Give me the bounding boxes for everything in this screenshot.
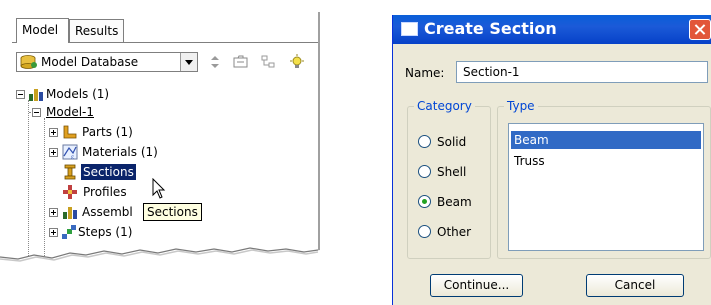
expand-collapse-icon[interactable] bbox=[206, 54, 224, 70]
tree-node-materials[interactable]: ε Materials (1) bbox=[49, 144, 189, 160]
continue-button[interactable]: Continue... bbox=[430, 274, 523, 297]
collapse-toggle[interactable] bbox=[32, 108, 41, 117]
category-group: Category Solid Shell Beam Other bbox=[407, 98, 491, 259]
tab-results[interactable]: Results bbox=[69, 19, 124, 43]
type-group-title: Type bbox=[504, 98, 538, 114]
expand-toggle[interactable] bbox=[49, 128, 58, 137]
tree-node-parts[interactable]: Parts (1) bbox=[49, 124, 169, 140]
model-tree-panel: Model Results Model Database Models (1) … bbox=[12, 12, 320, 266]
window-icon bbox=[401, 22, 418, 36]
create-section-dialog: Create Section Name: Section-1 Category … bbox=[392, 15, 711, 305]
type-group: Type Beam Truss bbox=[497, 98, 711, 259]
type-item-truss[interactable]: Truss bbox=[511, 152, 548, 170]
dropdown-button[interactable] bbox=[180, 53, 197, 71]
parts-icon bbox=[63, 125, 77, 139]
models-icon bbox=[29, 89, 43, 101]
sections-icon bbox=[64, 164, 76, 180]
sections-tooltip: Sections bbox=[143, 203, 202, 221]
model-database-select[interactable]: Model Database bbox=[16, 52, 198, 72]
tab-model[interactable]: Model bbox=[16, 18, 69, 43]
materials-icon: ε bbox=[62, 144, 78, 160]
category-group-title: Category bbox=[414, 98, 475, 114]
tree-toolbar: Model Database bbox=[16, 52, 316, 74]
cancel-button[interactable]: Cancel bbox=[586, 274, 684, 297]
radio-circle bbox=[418, 165, 431, 178]
expand-toggle[interactable] bbox=[49, 148, 58, 157]
chevron-down-icon bbox=[185, 60, 193, 65]
dialog-title: Create Section bbox=[424, 19, 557, 38]
radio-circle bbox=[418, 135, 431, 148]
steps-icon bbox=[62, 225, 76, 239]
close-button[interactable] bbox=[689, 19, 711, 40]
radio-circle bbox=[418, 225, 431, 238]
folder-icon[interactable] bbox=[232, 54, 250, 70]
tree-node-steps[interactable]: Steps (1) bbox=[49, 224, 159, 240]
mouse-cursor-icon bbox=[152, 178, 166, 199]
tab-bar: Model Results bbox=[12, 12, 318, 43]
tree-node-profiles[interactable]: Profiles bbox=[62, 184, 162, 200]
filter-icon[interactable] bbox=[260, 54, 278, 70]
torn-edge-decoration bbox=[0, 247, 320, 270]
lightbulb-icon[interactable] bbox=[288, 54, 306, 70]
assembly-icon bbox=[63, 207, 77, 219]
dialog-titlebar[interactable]: Create Section bbox=[393, 15, 711, 44]
radio-circle-selected bbox=[418, 195, 431, 208]
database-icon bbox=[20, 55, 37, 69]
collapse-toggle[interactable] bbox=[16, 90, 25, 99]
expand-toggle[interactable] bbox=[49, 208, 58, 217]
tree-node-assembly[interactable]: Assembl bbox=[49, 204, 149, 220]
svg-text:ε: ε bbox=[71, 154, 74, 160]
section-name-input[interactable]: Section-1 bbox=[456, 61, 708, 83]
type-list[interactable]: Beam Truss bbox=[508, 123, 704, 251]
name-label: Name: bbox=[405, 66, 445, 80]
expand-toggle[interactable] bbox=[49, 228, 58, 237]
profiles-icon bbox=[63, 185, 77, 199]
type-item-beam[interactable]: Beam bbox=[511, 131, 701, 149]
tree-node-models[interactable]: Models (1) bbox=[16, 86, 216, 102]
tree-node-model-1[interactable]: Model-1 bbox=[32, 104, 152, 120]
model-database-value: Model Database bbox=[41, 55, 139, 69]
